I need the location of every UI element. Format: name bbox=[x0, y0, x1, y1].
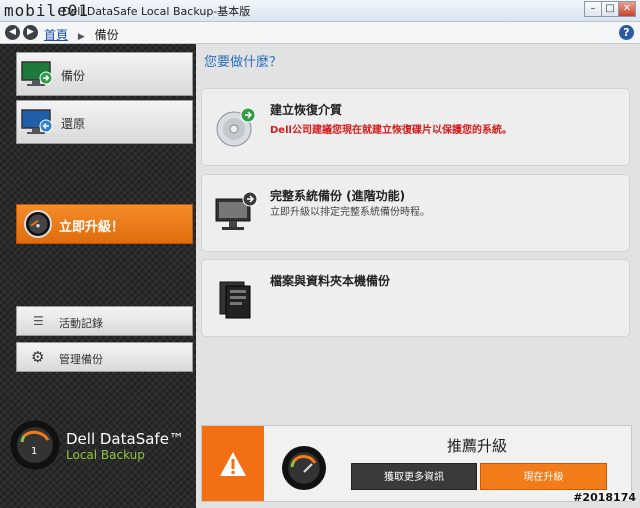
sidebar-item-label: 備份 bbox=[61, 69, 86, 83]
breadcrumb-current: 備份 bbox=[94, 28, 119, 42]
sidebar-item-label: 還原 bbox=[61, 117, 86, 131]
speed-gauge-icon bbox=[24, 210, 52, 238]
speed-gauge-icon bbox=[282, 446, 326, 490]
breadcrumb-home-link[interactable]: 首頁 bbox=[44, 28, 68, 42]
page-heading: 您要做什麼？ bbox=[204, 55, 283, 70]
title-bar: mobile01 Dell DataSafe Local Backup-基本版 … bbox=[0, 0, 640, 22]
file-folder-backup-card[interactable]: 檔案與資料夾本機備份 bbox=[201, 259, 630, 337]
sidebar-item-backup[interactable]: 備份 bbox=[16, 52, 193, 96]
main-content: 您要做什麼？ 建立恢復介質 Dell公司建議您現在就建立恢復碟片以保護您的系統。… bbox=[196, 44, 640, 508]
upgrade-label: 立即升級！ bbox=[59, 220, 125, 235]
product-logo: 1 Dell DataSafe™ Local Backup bbox=[10, 416, 190, 476]
sidebar-item-label: 活動記錄 bbox=[59, 317, 103, 330]
card-title: 完整系統備份 (進階功能) bbox=[270, 189, 406, 203]
files-icon bbox=[219, 281, 251, 319]
recommended-upgrade-panel: 推薦升級 獲取更多資訊 現在升級 bbox=[201, 425, 632, 502]
create-recovery-media-card[interactable]: 建立恢復介質 Dell公司建議您現在就建立恢復碟片以保護您的系統。 bbox=[201, 88, 630, 166]
card-description: Dell公司建議您現在就建立恢復碟片以保護您的系統。 bbox=[270, 125, 512, 136]
sidebar-item-manage-backups[interactable]: ⚙ 管理備份 bbox=[16, 342, 193, 372]
card-title: 建立恢復介質 bbox=[270, 103, 343, 117]
sidebar-item-restore[interactable]: 還原 bbox=[16, 100, 193, 144]
upgrade-now-button-main[interactable]: 現在升級 bbox=[480, 463, 607, 490]
computer-icon bbox=[215, 191, 258, 230]
help-button[interactable]: ? bbox=[619, 25, 634, 40]
window-controls: – □ ✕ bbox=[584, 1, 636, 17]
window-title: Dell DataSafe Local Backup-基本版 bbox=[62, 5, 251, 18]
card-description: 立即升級以排定完整系統備份時程。 bbox=[270, 207, 430, 218]
upgrade-now-button[interactable]: 立即升級！ bbox=[16, 204, 193, 244]
breadcrumb: 首頁 ▶ 備份 bbox=[44, 26, 119, 43]
gear-icon: ⚙ bbox=[31, 348, 45, 366]
maximize-button[interactable]: □ bbox=[601, 1, 619, 17]
image-tag: #2018174 bbox=[573, 491, 636, 504]
full-system-backup-card[interactable]: 完整系統備份 (進階功能) 立即升級以排定完整系統備份時程。 bbox=[201, 174, 630, 252]
sidebar: 備份 還原 立即升級！ ☰ 活動記錄 ⚙ 管理備份 1 Dell DataSaf… bbox=[0, 44, 196, 508]
svg-text:1: 1 bbox=[31, 446, 37, 457]
recommend-title: 推薦升級 bbox=[447, 437, 508, 455]
navigation-bar: ◀ ▶ 首頁 ▶ 備份 ? bbox=[0, 22, 640, 44]
monitor-arrow-icon bbox=[21, 61, 53, 86]
logo-gauge-icon: 1 bbox=[10, 420, 60, 470]
warning-icon bbox=[220, 452, 246, 476]
back-button[interactable]: ◀ bbox=[5, 25, 20, 40]
disc-icon bbox=[216, 107, 256, 147]
sidebar-item-label: 管理備份 bbox=[59, 353, 103, 366]
sidebar-item-activity-log[interactable]: ☰ 活動記錄 bbox=[16, 306, 193, 336]
minimize-button[interactable]: – bbox=[584, 1, 602, 17]
list-icon: ☰ bbox=[33, 314, 44, 328]
monitor-restore-icon bbox=[21, 109, 53, 134]
logo-title: Dell DataSafe™ bbox=[66, 430, 184, 448]
breadcrumb-separator-icon: ▶ bbox=[77, 32, 85, 42]
logo-subtitle: Local Backup bbox=[66, 448, 145, 462]
warning-panel bbox=[202, 426, 264, 501]
forward-button[interactable]: ▶ bbox=[23, 25, 38, 40]
card-title: 檔案與資料夾本機備份 bbox=[270, 274, 391, 288]
close-button[interactable]: ✕ bbox=[618, 1, 636, 17]
more-info-button[interactable]: 獲取更多資訊 bbox=[351, 463, 477, 490]
